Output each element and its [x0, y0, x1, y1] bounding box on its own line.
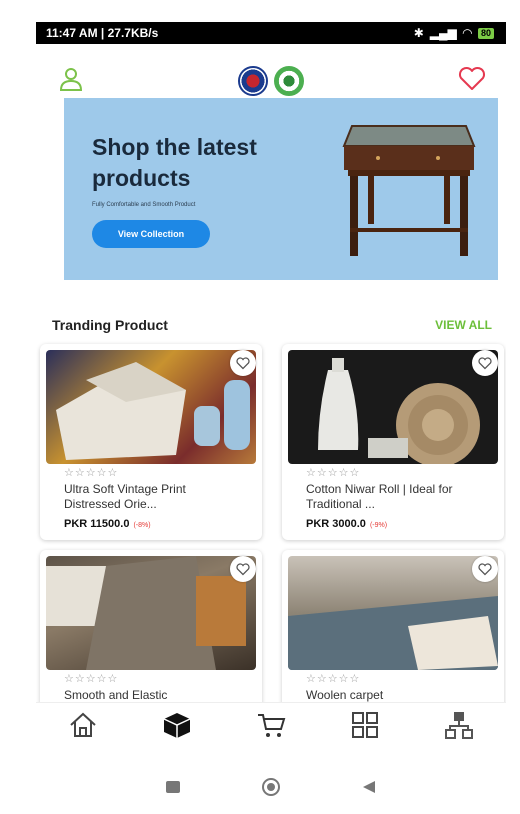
home-circle-icon[interactable]: [261, 777, 281, 802]
rating-stars: ☆☆☆☆☆: [64, 467, 119, 479]
bluetooth-icon: ✱: [413, 26, 424, 40]
discount-badge: (-8%): [133, 522, 151, 529]
wifi-icon: ◠: [462, 26, 472, 40]
heart-icon[interactable]: [458, 66, 486, 97]
price-row: PKR 3000.0 (-9%): [306, 518, 387, 530]
status-icons: ✱ ▂▄▆ ◠ 80: [414, 26, 494, 40]
recents-icon[interactable]: [165, 780, 181, 799]
product-card[interactable]: ☆☆☆☆☆ Cotton Niwar Roll | Ideal for Trad…: [282, 344, 504, 540]
view-all-link[interactable]: VIEW ALL: [435, 318, 492, 332]
government-logo: [238, 66, 268, 96]
categories-icon[interactable]: [350, 711, 380, 744]
phone-screen: 11:47 AM | 27.7KB/s ✱ ▂▄▆ ◠ 80 Shop the …: [36, 22, 506, 814]
rating-stars: ☆☆☆☆☆: [64, 673, 119, 685]
wishlist-heart-icon[interactable]: [230, 350, 256, 376]
product-card[interactable]: ☆☆☆☆☆ Ultra Soft Vintage Print Distresse…: [40, 344, 262, 540]
table-product-image: [342, 125, 476, 256]
home-icon[interactable]: [68, 711, 98, 744]
product-image: [288, 556, 498, 670]
promo-banner: Shop the latest products Fully Comfortab…: [64, 98, 498, 280]
product-image: [46, 350, 256, 464]
signal-icon: ▂▄▆: [429, 26, 457, 40]
brand-logos: [238, 66, 304, 96]
section-title-trending: Tranding Product: [52, 317, 168, 333]
product-name: Smooth and Elastic: [64, 688, 168, 702]
cart-icon[interactable]: [256, 711, 286, 744]
user-icon[interactable]: [58, 66, 84, 97]
product-name: Cotton Niwar Roll | Ideal for Traditiona…: [306, 482, 453, 511]
banner-subtitle: Fully Comfortable and Smooth Product: [92, 202, 196, 208]
wishlist-heart-icon[interactable]: [472, 350, 498, 376]
bottom-navigation: [36, 702, 506, 751]
product-price: PKR 3000.0: [306, 518, 366, 530]
wishlist-heart-icon[interactable]: [472, 556, 498, 582]
brand-logo: [274, 66, 304, 96]
product-name: Woolen carpet: [306, 688, 384, 702]
status-time: 11:47 AM | 27.7KB/s: [46, 26, 159, 40]
price-row: PKR 11500.0 (-8%): [64, 518, 151, 530]
rating-stars: ☆☆☆☆☆: [306, 467, 361, 479]
profile-icon[interactable]: [444, 711, 474, 744]
system-navigation: [36, 772, 506, 806]
view-collection-button[interactable]: View Collection: [92, 220, 210, 248]
discount-badge: (-9%): [369, 522, 388, 529]
rating-stars: ☆☆☆☆☆: [306, 673, 361, 685]
product-image: [46, 556, 256, 670]
product-name: Ultra Soft Vintage Print Distressed Orie…: [64, 482, 186, 511]
back-icon[interactable]: [361, 779, 377, 800]
package-icon[interactable]: [162, 711, 192, 744]
banner-title: Shop the latest products: [92, 134, 257, 191]
product-image: [288, 350, 498, 464]
battery-icon: 80: [477, 27, 494, 39]
status-bar: 11:47 AM | 27.7KB/s ✱ ▂▄▆ ◠ 80: [36, 22, 506, 44]
product-price: PKR 11500.0: [64, 518, 130, 530]
wishlist-heart-icon[interactable]: [230, 556, 256, 582]
